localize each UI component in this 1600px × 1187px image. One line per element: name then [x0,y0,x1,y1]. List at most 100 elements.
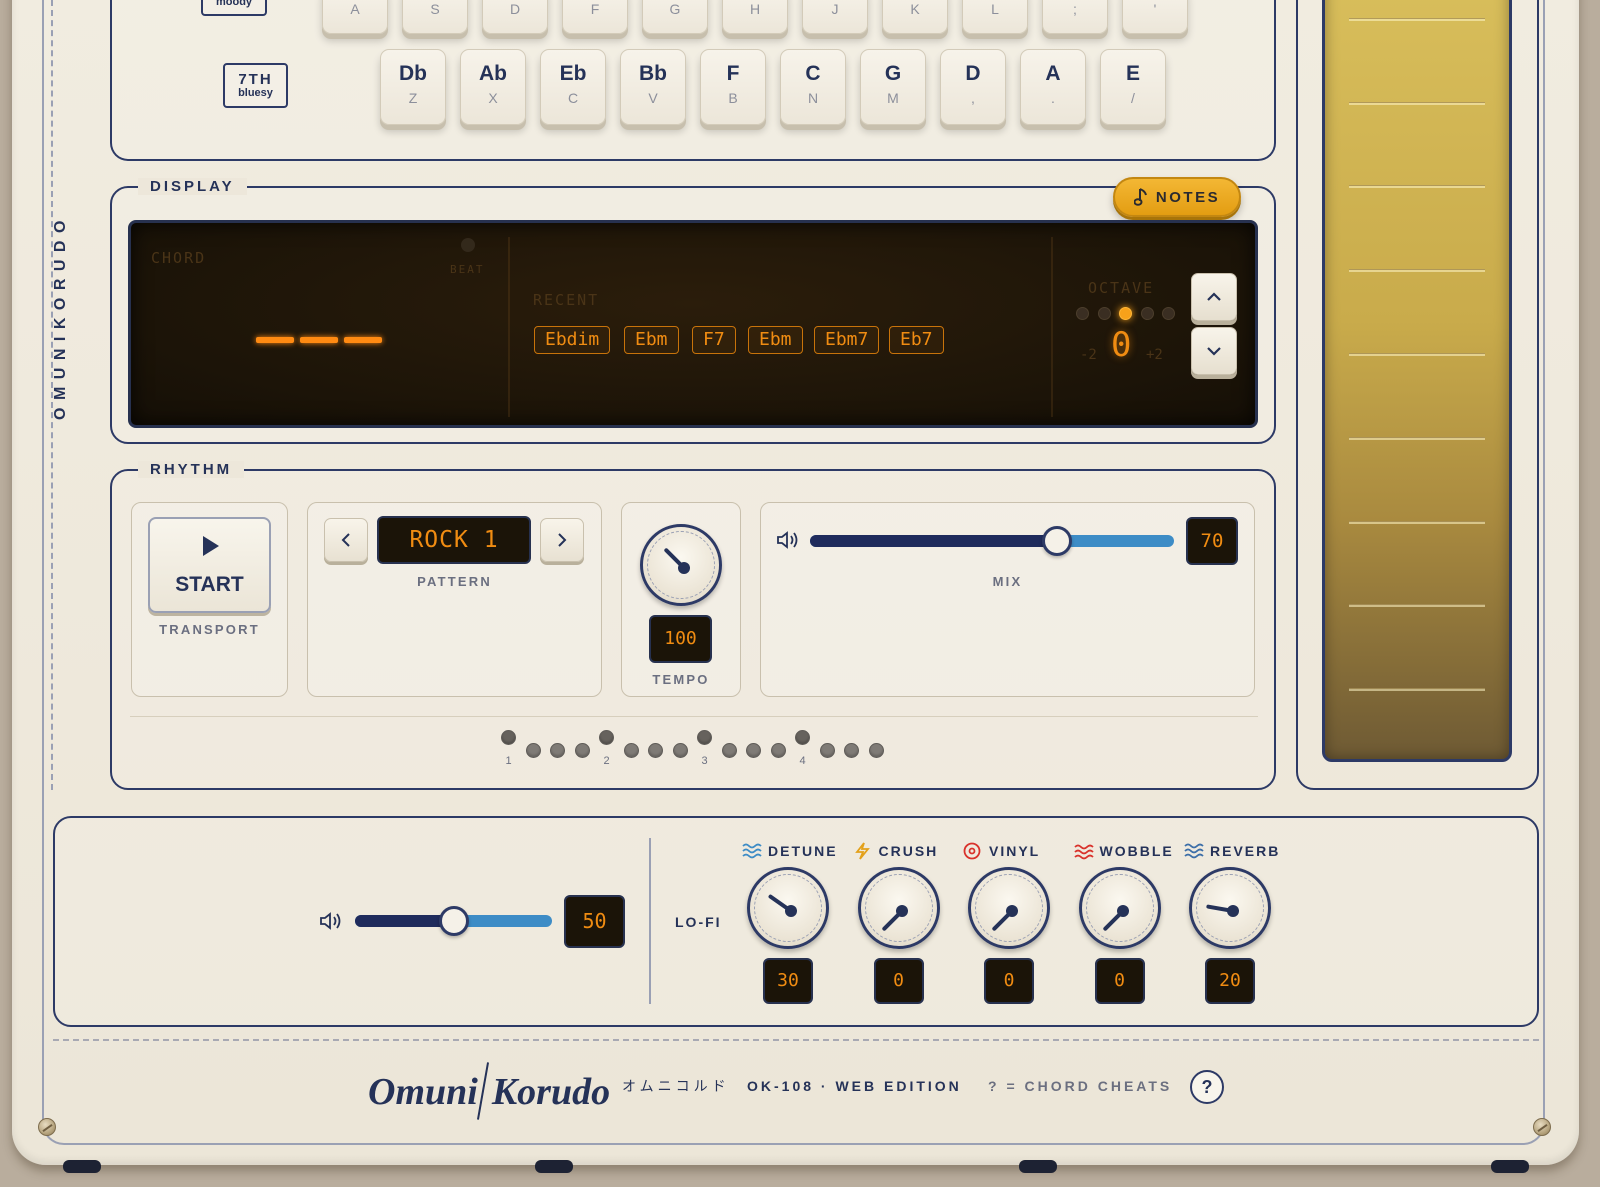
fx-value-reverb: 20 [1205,958,1255,1004]
recent-chord-chip[interactable]: Ebm [624,326,679,354]
fx-value-wobble: 0 [1094,958,1145,1004]
step-led [844,743,859,758]
chord-key-ab[interactable]: Ab X [460,49,526,125]
mode-sublabel: bluesy [238,87,273,99]
octave-max: +2 [1146,347,1163,363]
step-led [550,743,565,758]
mode-button-moody[interactable]: moody [201,0,267,16]
mode-button-7th[interactable]: 7TH bluesy [223,63,288,108]
play-icon [203,536,219,556]
chord-key-bb[interactable]: Bb V [620,49,686,125]
chord-key-d[interactable]: D, [940,49,1006,125]
key-2[interactable]: D [482,0,548,34]
key-note: Bb [639,62,667,85]
notes-button[interactable]: NOTES [1113,177,1241,217]
fx-knob-detune[interactable] [747,867,829,949]
beat-label: BEAT [450,263,485,276]
key-4[interactable]: G [642,0,708,34]
key-shortcut: F [590,1,600,17]
fader-tick [1349,688,1485,691]
key-shortcut: ' [1153,1,1157,17]
octave-dot [1119,307,1132,320]
key-1[interactable]: S [402,0,468,34]
recent-chord-chip[interactable]: Ebm7 [814,326,880,354]
key-5[interactable]: H [722,0,788,34]
pattern-prev-button[interactable] [324,518,368,562]
lcd-divider [508,237,510,417]
mix-slider-fill [810,535,1056,547]
key-9[interactable]: ; [1042,0,1108,34]
key-note: A [1045,62,1061,85]
octave-down-button[interactable] [1191,327,1237,375]
mix-slider-thumb[interactable] [1042,526,1072,556]
step-led [868,743,884,758]
tempo-knob[interactable] [640,524,722,606]
mix-slider[interactable] [810,526,1174,556]
octave-dot [1162,307,1175,320]
fx-knob-wobble[interactable] [1078,867,1161,949]
octave-up-button[interactable] [1191,273,1237,321]
fx-knob-reverb[interactable] [1189,867,1271,949]
strum-fader[interactable] [1322,0,1512,762]
mix-box [760,502,1255,697]
key-8[interactable]: L [962,0,1028,34]
logo-right: Korudo [491,1071,611,1113]
key-shortcut: A [350,1,360,17]
speaker-icon [777,531,798,549]
recent-chord-chip[interactable]: F7 [692,326,736,354]
octave-dot [1140,307,1154,320]
fx-value-detune: 30 [763,958,813,1004]
lcd-screen: CHORD BEAT RECENT Ebdim Ebm F7 Ebm Ebm7 Eb7 O… [128,220,1258,428]
step-led [574,743,590,758]
fader-tick [1349,521,1485,524]
key-note: Db [399,62,427,85]
key-shortcut: H [749,1,761,17]
key-shortcut: K [910,1,920,17]
music-note-icon [1133,188,1147,206]
recent-chord-chip[interactable]: Ebdim [534,326,611,354]
fx-label-reverb: REVERB [1184,842,1280,860]
fx-knob-crush[interactable] [857,867,940,949]
pattern-label: PATTERN [417,574,492,589]
fader-tick [1349,604,1485,607]
knob-hub [1116,905,1129,917]
key-shortcut: M [887,90,899,106]
start-button[interactable]: START [148,517,271,613]
key-7[interactable]: K [882,0,948,34]
key-10[interactable]: ' [1122,0,1188,34]
reverb-icon [1184,843,1204,859]
step-led [672,743,688,758]
key-3[interactable]: F [562,0,628,34]
chord-key-eb[interactable]: Eb C [540,49,606,125]
rubber-foot [535,1160,573,1173]
chord-key-e[interactable]: E / [1100,49,1166,125]
recent-chord-chip[interactable]: Eb7 [889,326,944,354]
fx-knob-vinyl[interactable] [968,867,1050,949]
chord-key-db[interactable]: Db Z [380,49,446,125]
chord-dash [344,337,382,343]
chord-key-a[interactable]: A. [1020,49,1086,125]
logo-left: Omuni [368,1071,478,1113]
recent-chord-chip[interactable]: Ebm [748,326,803,354]
lofi-label: LO-FI [675,914,722,930]
master-volume-thumb[interactable] [439,906,469,936]
fader-tick [1349,102,1485,105]
help-button[interactable]: ? [1190,1070,1224,1104]
mix-label: MIX [992,574,1023,589]
chord-key-f[interactable]: FB [700,49,766,125]
fader-tick [1349,437,1485,440]
fx-value-vinyl: 0 [984,958,1034,1004]
fader-tick [1349,185,1485,188]
chord-key-c[interactable]: CN [780,49,846,125]
rhythm-title: RHYTHM [138,461,245,478]
mode-label: 7TH [238,71,273,88]
pattern-next-button[interactable] [540,518,584,562]
chord-key-g[interactable]: GM [860,49,926,125]
key-6[interactable]: J [802,0,868,34]
key-0[interactable]: A [322,0,388,34]
fx-label-detune: DETUNE [742,842,838,860]
key-note: D [965,62,981,85]
model-name: OK-108 · WEB EDITION [747,1078,962,1094]
master-volume-slider[interactable] [355,906,552,936]
key-shortcut: V [648,90,658,106]
